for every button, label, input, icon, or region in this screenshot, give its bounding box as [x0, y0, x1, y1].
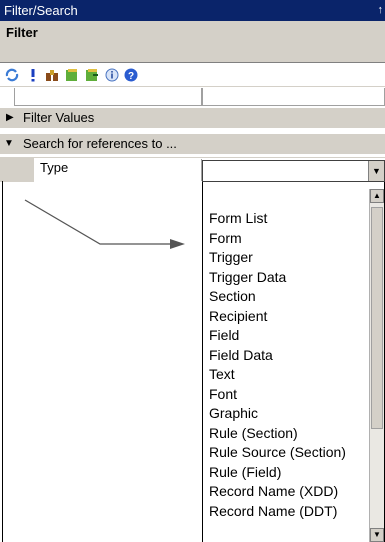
annotation-arrow: [24, 199, 185, 249]
filter-search-panel: Filter/Search ↑ Filter ? ▶ Filter Values…: [0, 0, 385, 542]
